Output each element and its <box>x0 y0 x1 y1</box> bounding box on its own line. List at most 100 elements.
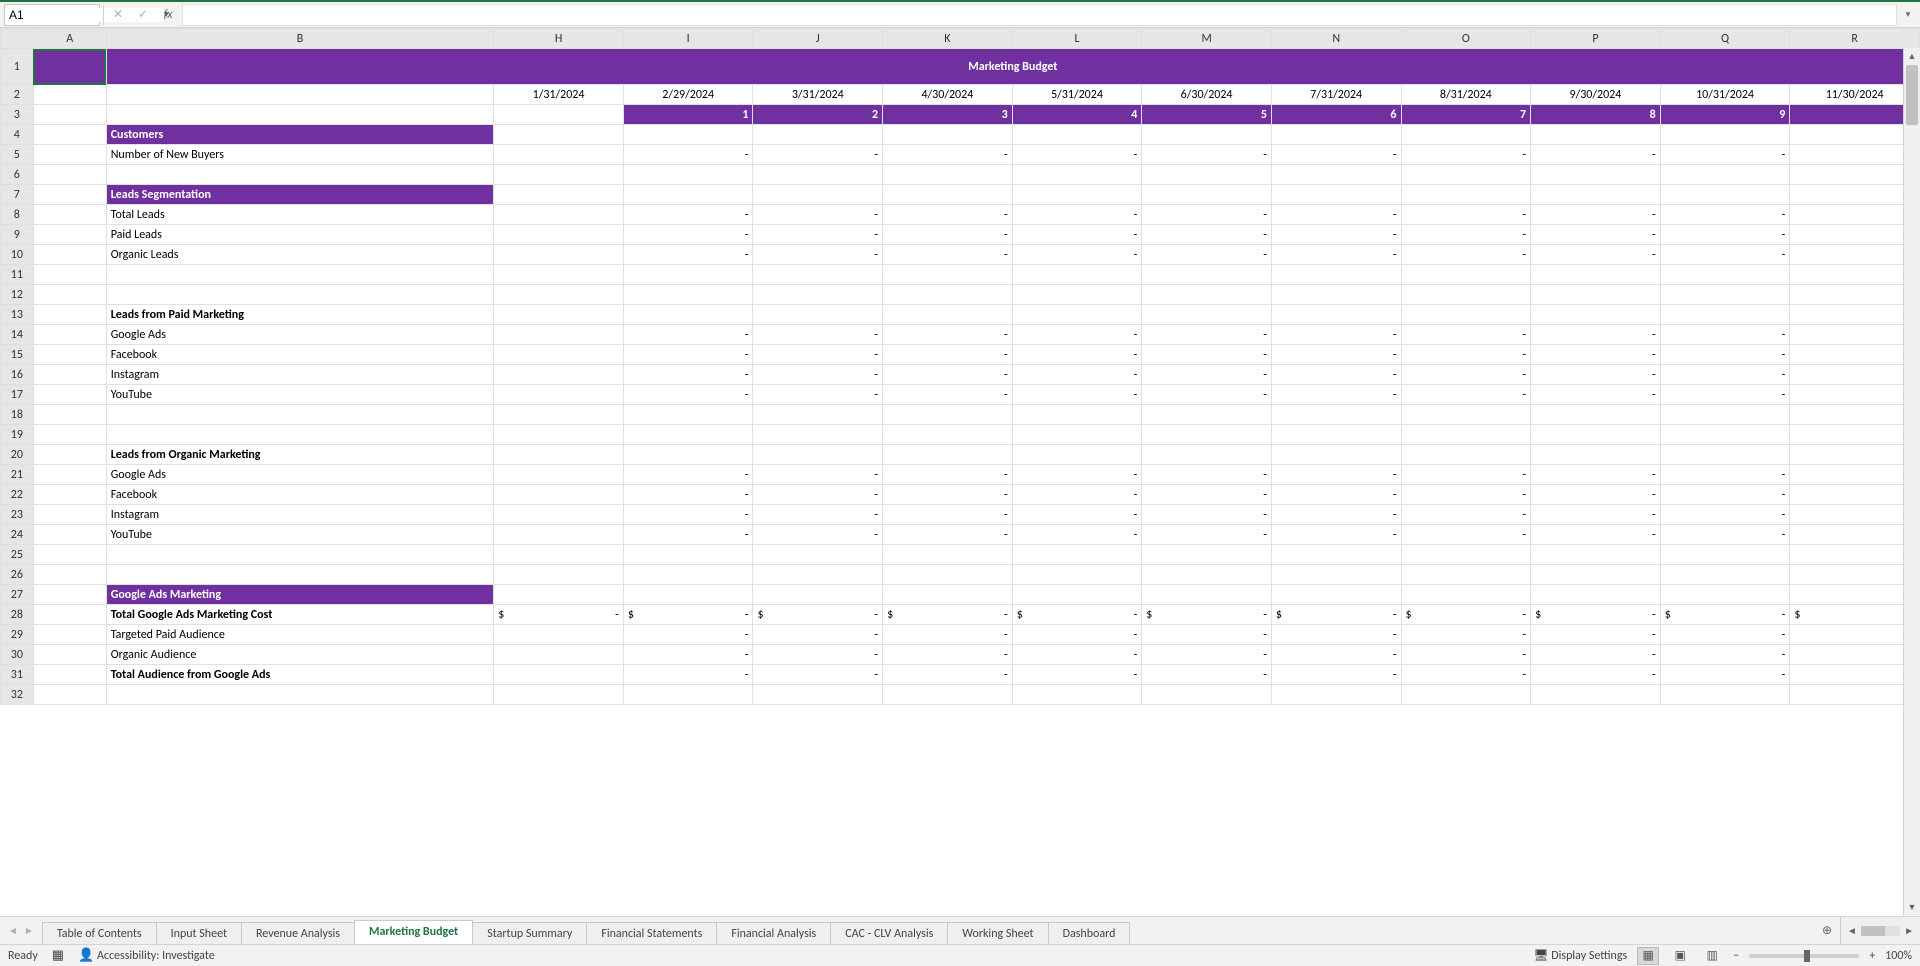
cell[interactable]: - <box>623 325 753 345</box>
select-all-corner[interactable] <box>1 29 34 49</box>
cell[interactable]: - <box>1401 225 1531 245</box>
cell[interactable] <box>1531 165 1661 185</box>
row-header[interactable]: 11 <box>1 265 34 285</box>
cell[interactable]: - <box>1012 245 1142 265</box>
new-sheet-button[interactable]: ⊕ <box>1814 917 1840 944</box>
cell[interactable]: - <box>623 385 753 405</box>
cell[interactable] <box>1660 165 1790 185</box>
cell[interactable]: Organic Audience <box>106 645 494 665</box>
cell[interactable]: - <box>1790 645 1920 665</box>
cell[interactable] <box>1012 185 1142 205</box>
cell[interactable]: - <box>623 225 753 245</box>
cell[interactable] <box>883 265 1013 285</box>
cell[interactable] <box>1790 565 1920 585</box>
cell[interactable]: $- <box>1012 605 1142 625</box>
row-header[interactable]: 29 <box>1 625 34 645</box>
cell[interactable] <box>494 545 624 565</box>
cell[interactable]: 8 <box>1531 105 1661 125</box>
cell[interactable]: - <box>1271 325 1401 345</box>
cell[interactable]: $- <box>1531 605 1661 625</box>
cell[interactable]: $- <box>753 605 883 625</box>
cell[interactable] <box>494 645 624 665</box>
row-header[interactable]: 5 <box>1 145 34 165</box>
cell[interactable]: - <box>1660 645 1790 665</box>
cell[interactable] <box>623 285 753 305</box>
cell[interactable] <box>1660 585 1790 605</box>
cell[interactable] <box>1660 425 1790 445</box>
row-header[interactable]: 16 <box>1 365 34 385</box>
cell[interactable] <box>494 165 624 185</box>
cell[interactable]: Targeted Paid Audience <box>106 625 494 645</box>
cell[interactable]: 10/31/2024 <box>1660 85 1790 105</box>
sheet-tab[interactable]: Financial Statements <box>586 922 717 944</box>
cell[interactable] <box>494 345 624 365</box>
cell[interactable] <box>106 565 494 585</box>
sheet-tab[interactable]: Input Sheet <box>156 922 242 944</box>
cell[interactable]: - <box>753 525 883 545</box>
cell[interactable]: 9 <box>1660 105 1790 125</box>
cell[interactable] <box>623 265 753 285</box>
cell[interactable]: - <box>883 665 1013 685</box>
cell[interactable] <box>1790 265 1920 285</box>
cell[interactable] <box>1401 185 1531 205</box>
cell[interactable]: - <box>1271 465 1401 485</box>
cell[interactable] <box>1660 445 1790 465</box>
row-header[interactable]: 27 <box>1 585 34 605</box>
cell[interactable] <box>1401 425 1531 445</box>
cell[interactable]: - <box>1790 625 1920 645</box>
cell[interactable]: - <box>623 465 753 485</box>
cell[interactable] <box>1142 405 1272 425</box>
cell[interactable]: - <box>1142 505 1272 525</box>
col-header[interactable]: L <box>1012 29 1142 49</box>
cell[interactable] <box>1012 405 1142 425</box>
cell[interactable]: $- <box>1401 605 1531 625</box>
cell[interactable]: - <box>1271 145 1401 165</box>
cell[interactable] <box>623 585 753 605</box>
cell[interactable]: - <box>1401 505 1531 525</box>
row-header[interactable]: 4 <box>1 125 34 145</box>
cell[interactable]: - <box>1012 485 1142 505</box>
cell[interactable] <box>1401 565 1531 585</box>
row-header[interactable]: 32 <box>1 685 34 705</box>
cell[interactable] <box>494 225 624 245</box>
row-header[interactable]: 26 <box>1 565 34 585</box>
cell[interactable]: - <box>623 485 753 505</box>
cell[interactable]: 3/31/2024 <box>753 85 883 105</box>
cell[interactable]: - <box>883 225 1013 245</box>
cell[interactable]: - <box>1401 325 1531 345</box>
cell[interactable] <box>1142 425 1272 445</box>
cell[interactable]: - <box>1790 665 1920 685</box>
cell[interactable]: - <box>1012 365 1142 385</box>
cell[interactable] <box>33 285 106 305</box>
zoom-in-button[interactable]: + <box>1869 949 1875 963</box>
cell[interactable]: - <box>1790 525 1920 545</box>
cell[interactable] <box>33 165 106 185</box>
sheet-tab[interactable]: Startup Summary <box>472 922 587 944</box>
cell[interactable] <box>1142 165 1272 185</box>
cell[interactable]: - <box>623 505 753 525</box>
row-header[interactable]: 3 <box>1 105 34 125</box>
cell[interactable]: YouTube <box>106 385 494 405</box>
cell[interactable] <box>1012 585 1142 605</box>
cell[interactable]: Number of New Buyers <box>106 145 494 165</box>
cell[interactable]: - <box>1401 645 1531 665</box>
cell[interactable]: - <box>623 145 753 165</box>
cell[interactable] <box>494 285 624 305</box>
cell[interactable] <box>1531 565 1661 585</box>
cell[interactable]: - <box>1660 245 1790 265</box>
cell[interactable] <box>33 605 106 625</box>
cell[interactable]: - <box>753 145 883 165</box>
cell[interactable]: - <box>1142 665 1272 685</box>
cell[interactable]: - <box>753 325 883 345</box>
cell[interactable] <box>33 505 106 525</box>
tab-nav-next-icon[interactable]: ► <box>24 924 34 937</box>
cell[interactable] <box>1012 165 1142 185</box>
cell[interactable] <box>1660 285 1790 305</box>
row-header[interactable]: 21 <box>1 465 34 485</box>
cell[interactable] <box>1401 545 1531 565</box>
cell[interactable] <box>1271 445 1401 465</box>
cell[interactable]: - <box>753 505 883 525</box>
cell[interactable] <box>33 265 106 285</box>
cell[interactable]: - <box>1531 645 1661 665</box>
cell[interactable]: - <box>1012 625 1142 645</box>
